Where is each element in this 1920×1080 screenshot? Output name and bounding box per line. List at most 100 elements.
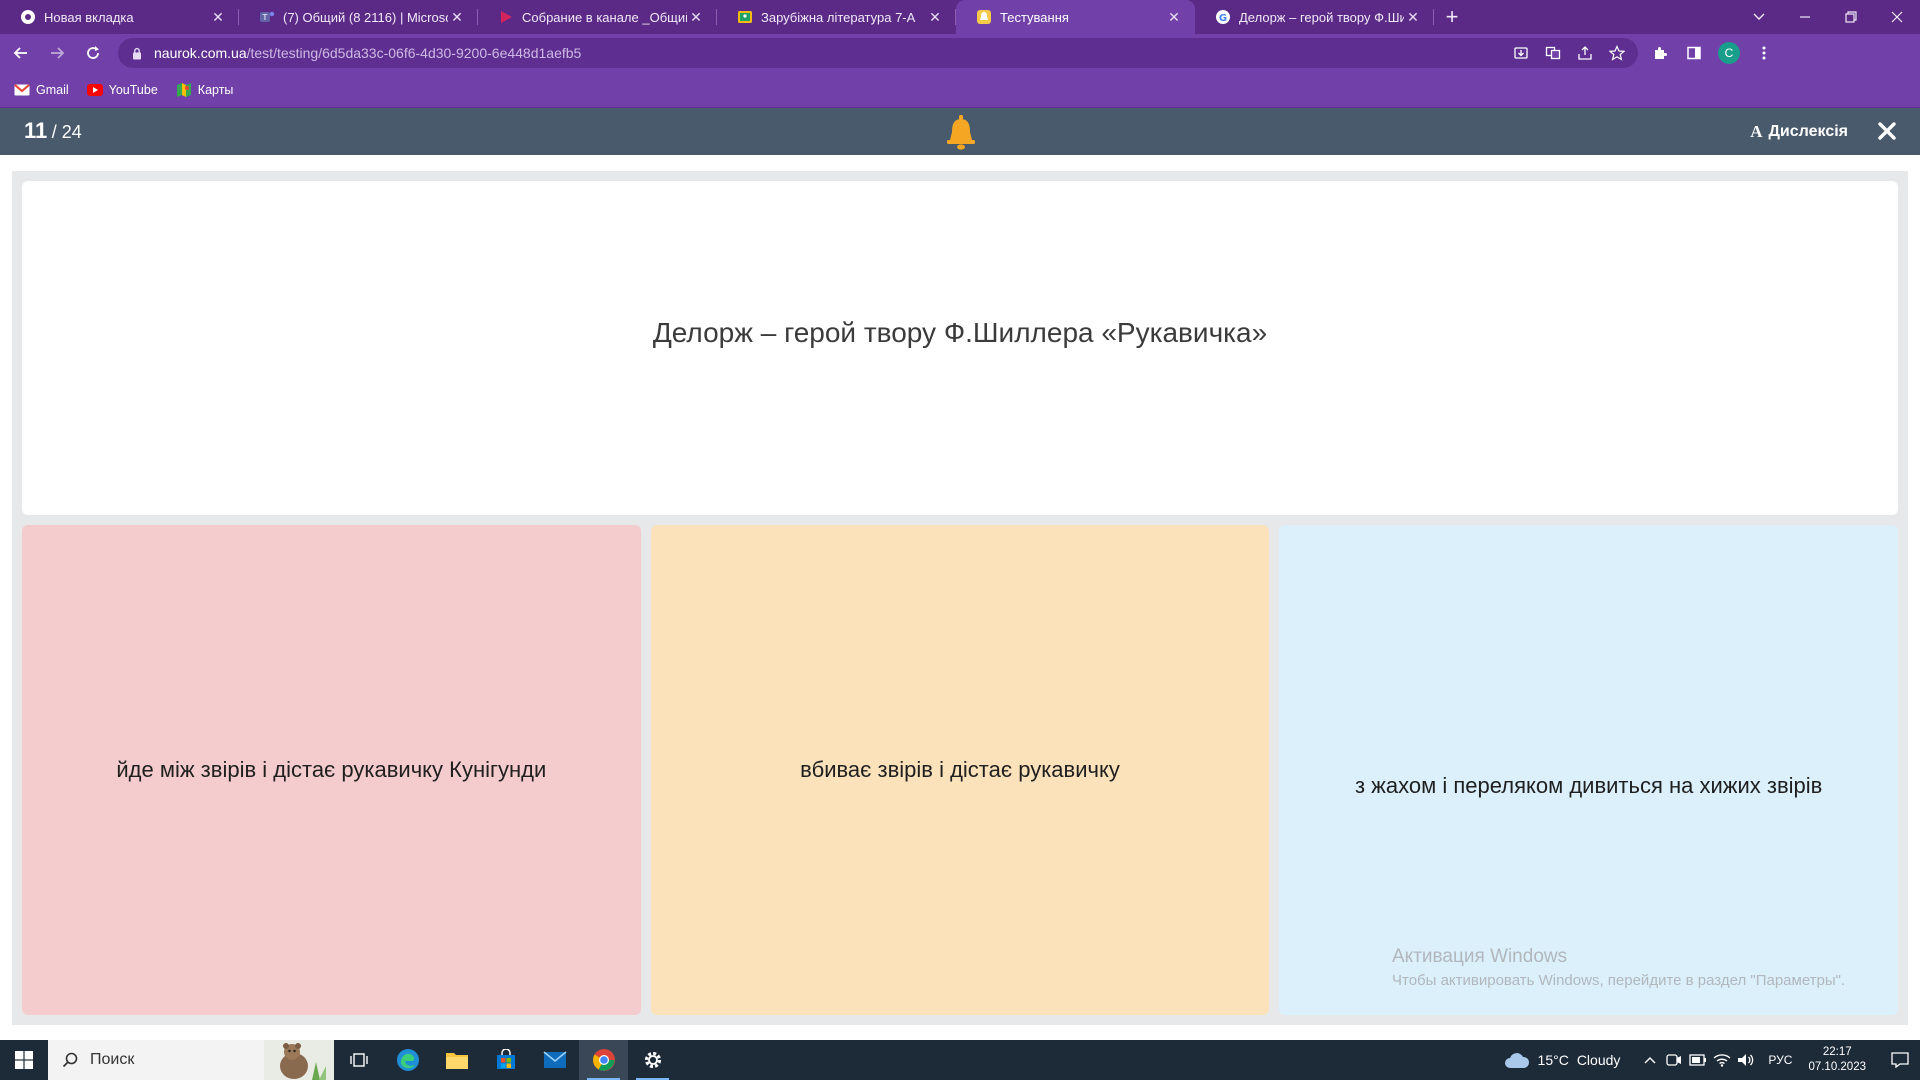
tab-title: Тестування bbox=[1000, 9, 1069, 25]
side-panel-icon[interactable] bbox=[1684, 43, 1704, 63]
back-button[interactable] bbox=[6, 38, 36, 68]
minimize-button[interactable] bbox=[1782, 0, 1828, 34]
meet-now-icon[interactable] bbox=[1662, 1040, 1686, 1080]
answer-option-1[interactable]: йде між звірів і дістає рукавичку Кунігу… bbox=[22, 525, 641, 1015]
stream-icon bbox=[498, 9, 514, 25]
tab-new-tab[interactable]: Новая вкладка ✕ bbox=[0, 0, 239, 34]
tab-search-button[interactable] bbox=[1736, 0, 1782, 34]
notifications-button[interactable] bbox=[1880, 1040, 1920, 1080]
taskbar-mail[interactable] bbox=[530, 1040, 579, 1080]
quiz-header: 11 / 24 A Дислексія bbox=[0, 108, 1920, 155]
install-app-icon[interactable] bbox=[1512, 44, 1530, 62]
chrome-icon bbox=[592, 1049, 615, 1071]
translate-icon[interactable] bbox=[1544, 44, 1562, 62]
question-card: Делорж – герой твору Ф.Шиллера «Рукавичк… bbox=[22, 181, 1898, 515]
minimize-icon bbox=[1800, 16, 1810, 18]
star-icon[interactable] bbox=[1608, 44, 1626, 62]
classroom-icon bbox=[737, 9, 753, 25]
wifi-icon[interactable] bbox=[1710, 1040, 1734, 1080]
tab-title: Собрание в канале _Общий_-2 bbox=[522, 9, 687, 25]
close-icon[interactable]: ✕ bbox=[1404, 8, 1422, 26]
notification-icon bbox=[1891, 1052, 1909, 1068]
answer-text: з жахом і переляком дивиться на хижих зв… bbox=[1354, 773, 1823, 798]
answer-options: йде між звірів і дістає рукавичку Кунігу… bbox=[22, 525, 1899, 1015]
question-area: Делорж – герой твору Ф.Шиллера «Рукавичк… bbox=[12, 171, 1908, 1025]
lock-icon bbox=[130, 46, 144, 60]
battery-icon[interactable] bbox=[1686, 1040, 1710, 1080]
arrow-left-icon bbox=[13, 47, 27, 59]
share-icon[interactable] bbox=[1576, 44, 1594, 62]
taskbar-apps bbox=[334, 1040, 677, 1080]
answer-text: йде між звірів і дістає рукавичку Кунігу… bbox=[116, 757, 547, 782]
tab-title: Зарубіжна література 7-А bbox=[761, 9, 916, 25]
clock-date: 07.10.2023 bbox=[1808, 1061, 1866, 1073]
taskbar-file-explorer[interactable] bbox=[432, 1040, 481, 1080]
reload-button[interactable] bbox=[78, 38, 108, 68]
input-language[interactable]: РУС bbox=[1768, 1053, 1792, 1067]
close-icon[interactable]: ✕ bbox=[926, 8, 944, 26]
close-icon[interactable]: ✕ bbox=[687, 8, 705, 26]
bookmark-label: YouTube bbox=[108, 82, 158, 97]
start-button[interactable] bbox=[0, 1040, 48, 1080]
restore-button[interactable] bbox=[1828, 0, 1874, 34]
task-view-button[interactable] bbox=[334, 1040, 383, 1080]
profile-avatar[interactable]: C bbox=[1718, 42, 1740, 64]
taskbar-clock[interactable]: 22:17 07.10.2023 bbox=[1808, 1045, 1866, 1075]
weather-widget[interactable]: 15°C Cloudy bbox=[1504, 1051, 1621, 1069]
bookmark-youtube[interactable]: YouTube bbox=[86, 82, 158, 98]
tab-teams[interactable]: T (7) Общий (8 2116) | Microsoft T ✕ bbox=[239, 0, 478, 34]
chevron-up-icon[interactable] bbox=[1638, 1040, 1662, 1080]
dyslexia-toggle[interactable]: A Дислексія bbox=[1750, 122, 1848, 142]
restore-icon bbox=[1845, 11, 1857, 23]
url-path: /test/testing/6d5da33c-06f6-4d30-9200-6e… bbox=[246, 45, 582, 61]
windows-activation-watermark: Активация Windows Чтобы активировать Win… bbox=[1392, 946, 1845, 989]
close-window-button[interactable] bbox=[1874, 0, 1920, 34]
bookmark-gmail[interactable]: Gmail bbox=[14, 82, 69, 98]
edge-icon bbox=[396, 1049, 419, 1071]
browser-toolbar: naurok.com.ua/test/testing/6d5da33c-06f6… bbox=[0, 34, 1920, 72]
dyslexia-label: Дислексія bbox=[1768, 123, 1848, 140]
address-bar-actions bbox=[1512, 44, 1626, 62]
volume-icon[interactable] bbox=[1734, 1040, 1758, 1080]
taskbar-chrome[interactable] bbox=[579, 1040, 628, 1080]
tab-title: Делорж – герой твору Ф.Шилле bbox=[1239, 9, 1404, 25]
taskbar-search[interactable]: Поиск bbox=[48, 1040, 334, 1080]
close-icon[interactable]: ✕ bbox=[448, 8, 466, 26]
svg-text:G: G bbox=[1219, 13, 1227, 24]
search-highlight-image bbox=[264, 1040, 334, 1080]
close-icon[interactable]: ✕ bbox=[1165, 8, 1183, 26]
tab-testing[interactable]: Тестування ✕ bbox=[956, 0, 1195, 34]
new-tab-button[interactable]: + bbox=[1434, 0, 1470, 34]
bell-icon bbox=[944, 114, 978, 150]
taskbar-settings[interactable] bbox=[628, 1040, 677, 1080]
taskbar-edge[interactable] bbox=[383, 1040, 432, 1080]
weather-description: Cloudy bbox=[1576, 1052, 1621, 1068]
reload-icon bbox=[87, 46, 99, 59]
tab-classroom[interactable]: Зарубіжна література 7-А ✕ bbox=[717, 0, 956, 34]
tab-google-search[interactable]: G Делорж – герой твору Ф.Шилле ✕ bbox=[1195, 0, 1434, 34]
google-icon: G bbox=[1215, 9, 1231, 25]
clock-time: 22:17 bbox=[1822, 1046, 1852, 1058]
url-host: naurok.com.ua bbox=[154, 45, 247, 61]
chrome-icon bbox=[20, 9, 36, 25]
answer-option-3[interactable]: з жахом і переляком дивиться на хижих зв… bbox=[1279, 525, 1899, 1015]
close-icon bbox=[1891, 11, 1903, 23]
tab-stream[interactable]: Собрание в канале _Общий_-2 ✕ bbox=[478, 0, 717, 34]
answer-option-2[interactable]: вбиває звірів і дістає рукавичку bbox=[650, 525, 1270, 1015]
close-icon[interactable]: ✕ bbox=[209, 8, 227, 26]
system-tray: 15°C Cloudy РУС 22:17 07.10.2023 bbox=[1504, 1040, 1920, 1080]
question-text: Делорж – герой твору Ф.Шиллера «Рукавичк… bbox=[652, 317, 1268, 348]
bookmarks-bar: Gmail YouTube Карты bbox=[0, 72, 1920, 108]
plus-icon: + bbox=[1445, 4, 1459, 29]
extensions-icon[interactable] bbox=[1650, 43, 1670, 63]
more-vert-icon[interactable] bbox=[1754, 43, 1774, 63]
current-question-number: 11 bbox=[24, 118, 48, 143]
forward-button[interactable] bbox=[42, 38, 72, 68]
close-test-button[interactable] bbox=[1874, 118, 1900, 144]
browser-tab-strip: Новая вкладка ✕ T (7) Общий (8 2116) | M… bbox=[0, 0, 1920, 34]
search-icon bbox=[60, 1050, 80, 1070]
address-bar[interactable]: naurok.com.ua/test/testing/6d5da33c-06f6… bbox=[118, 38, 1638, 68]
taskbar-store[interactable] bbox=[481, 1040, 530, 1080]
bookmark-maps[interactable]: Карты bbox=[176, 82, 233, 98]
total-questions: / 24 bbox=[51, 122, 82, 142]
